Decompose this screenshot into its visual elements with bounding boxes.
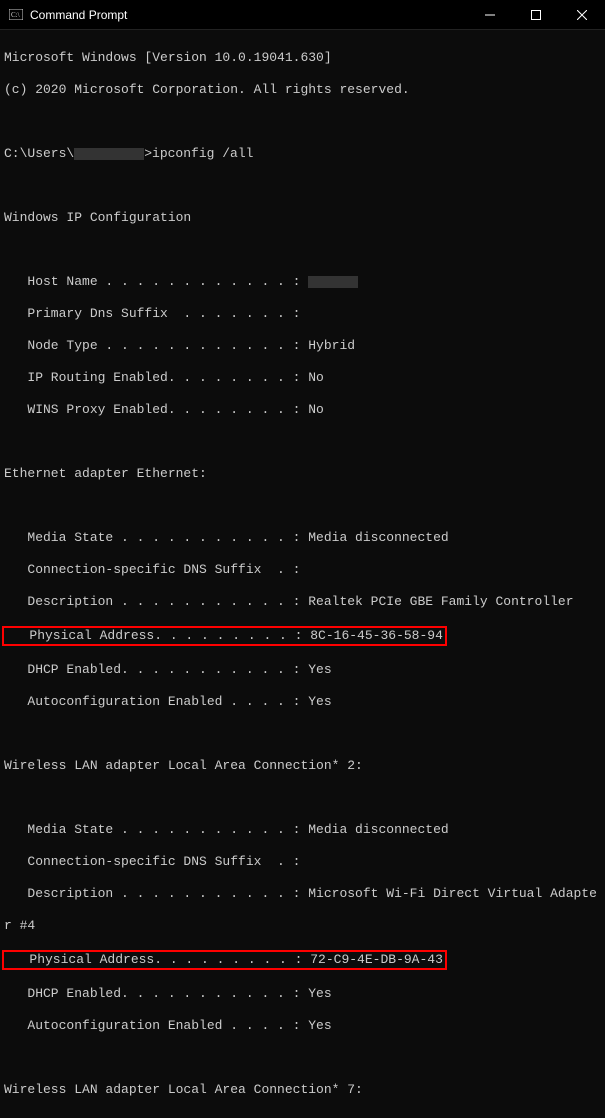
- terminal-output[interactable]: Microsoft Windows [Version 10.0.19041.63…: [0, 30, 605, 1118]
- copyright-line: (c) 2020 Microsoft Corporation. All righ…: [4, 82, 601, 98]
- blank-line: [4, 726, 601, 742]
- maximize-button[interactable]: [513, 0, 559, 29]
- wlan2-physical-address: Physical Address. . . . . . . . . : 72-C…: [6, 952, 443, 967]
- wlan2-description-a: Description . . . . . . . . . . . : Micr…: [4, 886, 601, 902]
- close-button[interactable]: [559, 0, 605, 29]
- cmd-icon: C:\: [8, 7, 24, 23]
- highlight-box-icon: Physical Address. . . . . . . . . : 8C-1…: [2, 626, 447, 646]
- blank-line: [4, 114, 601, 130]
- blank-line: [4, 242, 601, 258]
- wlan2-dns-suffix: Connection-specific DNS Suffix . :: [4, 854, 601, 870]
- wlan2-media-state: Media State . . . . . . . . . . . : Medi…: [4, 822, 601, 838]
- window-titlebar: C:\ Command Prompt: [0, 0, 605, 30]
- primary-dns-suffix-line: Primary Dns Suffix . . . . . . . :: [4, 306, 601, 322]
- ip-routing-line: IP Routing Enabled. . . . . . . . : No: [4, 370, 601, 386]
- window-title: Command Prompt: [30, 8, 467, 22]
- redacted-hostname: [308, 276, 358, 288]
- blank-line: [4, 1050, 601, 1066]
- svg-text:C:\: C:\: [11, 11, 20, 19]
- eth-physical-address: Physical Address. . . . . . . . . : 8C-1…: [6, 628, 443, 643]
- minimize-button[interactable]: [467, 0, 513, 29]
- wins-proxy-line: WINS Proxy Enabled. . . . . . . . : No: [4, 402, 601, 418]
- wlan2-physical-address-highlight: Physical Address. . . . . . . . . : 72-C…: [4, 950, 601, 970]
- wlan7-header: Wireless LAN adapter Local Area Connecti…: [4, 1082, 601, 1098]
- command-text: >ipconfig /all: [144, 146, 253, 161]
- eth-description: Description . . . . . . . . . . . : Real…: [4, 594, 601, 610]
- eth-autoconf: Autoconfiguration Enabled . . . . : Yes: [4, 694, 601, 710]
- blank-line: [4, 790, 601, 806]
- node-type-line: Node Type . . . . . . . . . . . . : Hybr…: [4, 338, 601, 354]
- highlight-box-icon: Physical Address. . . . . . . . . : 72-C…: [2, 950, 447, 970]
- redacted-username: [74, 148, 144, 160]
- host-name-line: Host Name . . . . . . . . . . . . :: [4, 274, 601, 290]
- blank-line: [4, 178, 601, 194]
- ipconfig-header: Windows IP Configuration: [4, 210, 601, 226]
- wlan2-description-b: r #4: [4, 918, 601, 934]
- prompt-path: C:\Users\: [4, 146, 74, 161]
- wlan2-dhcp: DHCP Enabled. . . . . . . . . . . : Yes: [4, 986, 601, 1002]
- ethernet-header: Ethernet adapter Ethernet:: [4, 466, 601, 482]
- eth-media-state: Media State . . . . . . . . . . . : Medi…: [4, 530, 601, 546]
- wlan2-header: Wireless LAN adapter Local Area Connecti…: [4, 758, 601, 774]
- host-name-label: Host Name . . . . . . . . . . . . :: [4, 274, 308, 289]
- eth-dhcp: DHCP Enabled. . . . . . . . . . . : Yes: [4, 662, 601, 678]
- eth-physical-address-highlight: Physical Address. . . . . . . . . : 8C-1…: [4, 626, 601, 646]
- prompt-line: C:\Users\ >ipconfig /all: [4, 146, 601, 162]
- version-line: Microsoft Windows [Version 10.0.19041.63…: [4, 50, 601, 66]
- blank-line: [4, 434, 601, 450]
- wlan2-autoconf: Autoconfiguration Enabled . . . . : Yes: [4, 1018, 601, 1034]
- eth-dns-suffix: Connection-specific DNS Suffix . :: [4, 562, 601, 578]
- blank-line: [4, 498, 601, 514]
- window-controls: [467, 0, 605, 29]
